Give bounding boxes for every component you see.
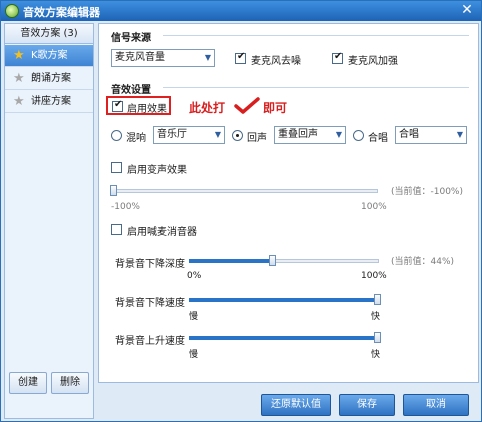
- settings-panel: 信号来源 麦克风音量 ▼ ✔ 麦克风去噪 ✔ 麦克风加强 音效设置 ✔ 启用效果…: [98, 23, 479, 383]
- restore-defaults-button[interactable]: 还原默认值: [261, 394, 331, 416]
- bg-drop-depth-slider-fill: [189, 259, 273, 263]
- bg-drop-depth-label: 背景音下降深度: [115, 259, 185, 270]
- voice-change-max-label: 100%: [361, 202, 387, 212]
- bg-drop-speed-max-label: 快: [371, 312, 381, 322]
- bg-drop-depth-max-label: 100%: [361, 271, 387, 281]
- title-bar[interactable]: 音效方案编辑器 ✕: [1, 1, 481, 21]
- enable-effects-label: 启用效果: [127, 104, 167, 115]
- signal-source-value: 麦克风音量: [115, 52, 165, 63]
- section-divider: [163, 87, 469, 88]
- bg-drop-depth-slider-thumb[interactable]: [269, 255, 276, 266]
- denoise-label: 麦克风去噪: [251, 56, 301, 67]
- voice-change-label: 启用变声效果: [127, 165, 187, 176]
- bg-drop-speed-slider-fill: [189, 298, 378, 302]
- reverb-value: 音乐厅: [157, 129, 187, 140]
- bg-rise-speed-slider-thumb[interactable]: [374, 332, 381, 343]
- sidebar-item-k-song[interactable]: ★ K歌方案: [5, 45, 93, 67]
- sound-scheme-editor-window: 音效方案编辑器 ✕ 音效方案 (3) ★ K歌方案 ★ 朗诵方案 ★ 讲座方案 …: [0, 0, 482, 422]
- star-gold-icon: ★: [13, 48, 25, 63]
- bg-drop-depth-current-value: (当前值：44%): [391, 257, 455, 267]
- radio-selected-dot: [236, 134, 239, 137]
- annotation-text-tail: 即可: [263, 101, 288, 115]
- check-icon: ✔: [237, 51, 246, 62]
- denoise-checkbox[interactable]: ✔: [235, 51, 246, 64]
- chevron-down-icon: ▼: [204, 53, 211, 62]
- mic-blend-checkbox[interactable]: [111, 224, 122, 235]
- reverb-select[interactable]: 音乐厅 ▼: [153, 126, 225, 144]
- sidebar-item-label: 朗诵方案: [31, 73, 71, 84]
- chorus-value: 合唱: [399, 129, 419, 140]
- chevron-down-icon: ▼: [214, 130, 221, 139]
- chorus-label: 合唱: [368, 133, 388, 144]
- sidebar-item-label: K歌方案: [31, 50, 68, 61]
- bg-rise-speed-slider-fill: [189, 336, 378, 340]
- scheme-sidebar: 音效方案 (3) ★ K歌方案 ★ 朗诵方案 ★ 讲座方案 创建 删除: [4, 23, 94, 419]
- chorus-radio[interactable]: [353, 130, 364, 141]
- close-button[interactable]: ✕: [459, 3, 475, 18]
- voice-change-checkbox[interactable]: [111, 162, 122, 173]
- red-checkmark-icon: [234, 97, 260, 114]
- star-gray-icon: ★: [13, 94, 25, 109]
- reverb-label: 混响: [126, 133, 146, 144]
- check-icon: ✔: [114, 99, 123, 110]
- bg-drop-speed-label: 背景音下降速度: [115, 298, 185, 309]
- echo-select[interactable]: 重叠回声 ▼: [274, 126, 346, 144]
- bg-rise-speed-max-label: 快: [371, 350, 381, 360]
- chevron-down-icon: ▼: [335, 130, 342, 139]
- sidebar-item-label: 讲座方案: [31, 96, 71, 107]
- voice-change-current-value: (当前值：-100%): [391, 187, 464, 197]
- signal-source-select[interactable]: 麦克风音量 ▼: [111, 49, 215, 67]
- check-icon: ✔: [334, 51, 343, 62]
- echo-value: 重叠回声: [278, 129, 318, 140]
- echo-label: 回声: [247, 133, 267, 144]
- scheme-list-header: 音效方案 (3): [5, 24, 93, 44]
- bg-rise-speed-slider-track[interactable]: [189, 332, 381, 343]
- cancel-button[interactable]: 取消: [403, 394, 469, 416]
- voice-change-slider-track[interactable]: [110, 185, 378, 196]
- voice-change-slider-thumb[interactable]: [110, 185, 117, 196]
- app-icon: [5, 4, 19, 18]
- reverb-radio[interactable]: [111, 130, 122, 141]
- delete-button[interactable]: 删除: [51, 372, 89, 394]
- bg-drop-speed-min-label: 慢: [189, 312, 199, 322]
- star-gray-icon: ★: [13, 71, 25, 86]
- annotation-text: 此处打: [189, 101, 226, 115]
- chevron-down-icon: ▼: [456, 130, 463, 139]
- voice-change-min-label: -100%: [111, 202, 140, 212]
- window-title: 音效方案编辑器: [23, 6, 100, 19]
- bg-rise-speed-label: 背景音上升速度: [115, 336, 185, 347]
- bg-drop-speed-slider-thumb[interactable]: [374, 294, 381, 305]
- sidebar-item-lecture[interactable]: ★ 讲座方案: [5, 91, 93, 113]
- effects-title: 音效设置: [111, 85, 151, 96]
- chorus-select[interactable]: 合唱 ▼: [395, 126, 467, 144]
- create-button[interactable]: 创建: [9, 372, 47, 394]
- sidebar-item-recital[interactable]: ★ 朗诵方案: [5, 68, 93, 90]
- boost-checkbox[interactable]: ✔: [332, 51, 343, 64]
- bg-rise-speed-min-label: 慢: [189, 350, 199, 360]
- save-button[interactable]: 保存: [339, 394, 395, 416]
- mic-blend-label: 启用喊麦消音器: [127, 227, 197, 238]
- echo-radio[interactable]: [232, 130, 243, 141]
- signal-source-title: 信号来源: [111, 33, 151, 44]
- bg-drop-speed-slider-track[interactable]: [189, 294, 381, 305]
- enable-effects-checkbox[interactable]: ✔: [112, 99, 123, 112]
- section-divider: [163, 35, 469, 36]
- boost-label: 麦克风加强: [348, 56, 398, 67]
- bg-drop-depth-min-label: 0%: [187, 271, 202, 281]
- bg-drop-depth-slider-track[interactable]: [189, 255, 379, 266]
